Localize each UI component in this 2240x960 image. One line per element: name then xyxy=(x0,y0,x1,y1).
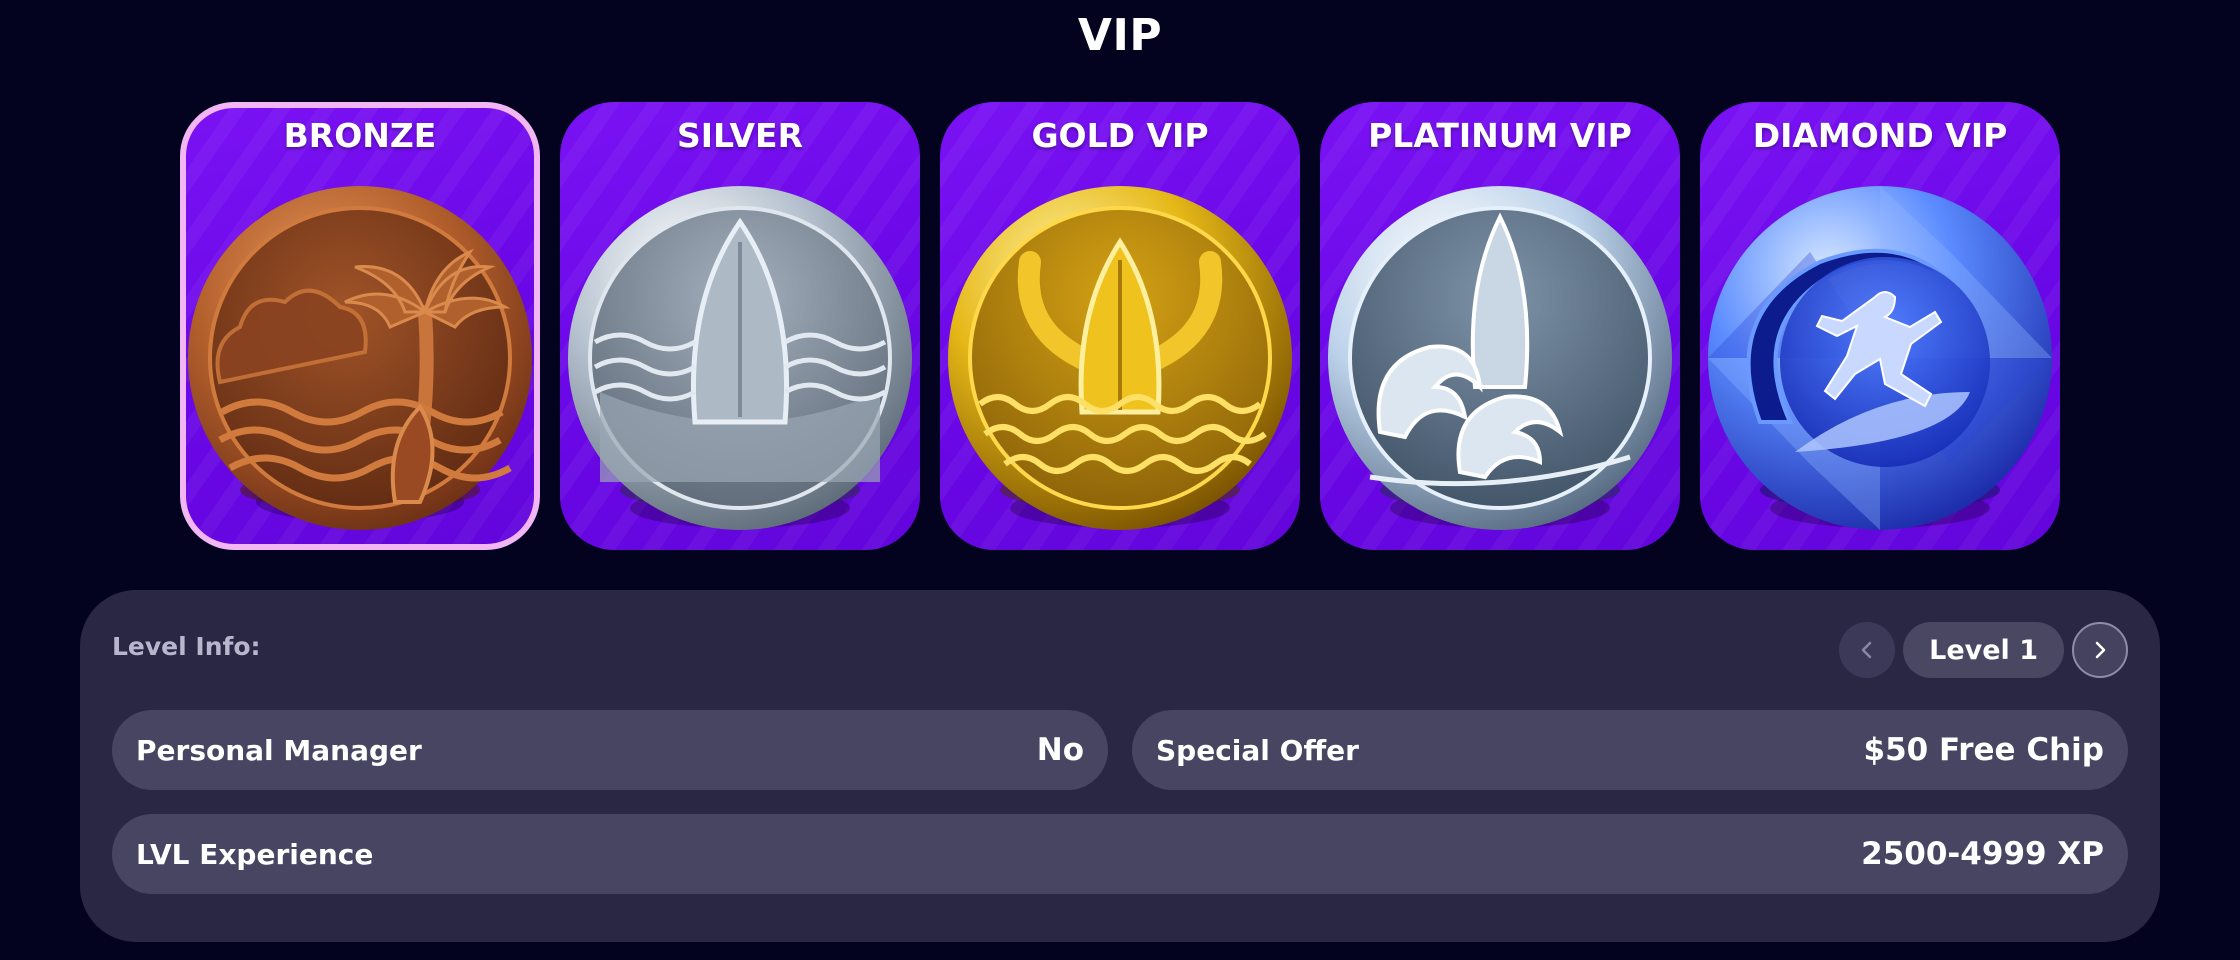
vip-page: VIP BRONZE SILVER GOLD VIP PLATINUM VIP … xyxy=(0,0,2240,960)
special-offer-label: Special Offer xyxy=(1156,733,1359,767)
next-level-button[interactable] xyxy=(2072,622,2128,678)
bronze-palm-beach-medal-icon xyxy=(188,186,532,530)
lvl-experience-value: 2500-4999 XP xyxy=(1861,836,2104,872)
tier-card-diamond-vip[interactable]: DIAMOND VIP xyxy=(1700,102,2060,550)
previous-level-button[interactable] xyxy=(1839,622,1896,678)
tier-name: PLATINUM VIP xyxy=(1368,116,1632,155)
gold-surfboard-waves-medal-icon xyxy=(948,186,1292,530)
current-level: Level 1 xyxy=(1903,622,2064,678)
diamond-surfer-medal-icon xyxy=(1708,186,2052,530)
tier-name: DIAMOND VIP xyxy=(1752,116,2008,155)
tier-card-gold-vip[interactable]: GOLD VIP xyxy=(940,102,1300,550)
level-info-label: Level Info: xyxy=(112,632,261,661)
chevron-left-icon xyxy=(1861,641,1872,659)
tier-card-platinum-vip[interactable]: PLATINUM VIP xyxy=(1320,102,1680,550)
lvl-experience-label: LVL Experience xyxy=(136,837,374,871)
personal-manager-value: No xyxy=(1036,732,1084,768)
special-offer-value: $50 Free Chip xyxy=(1863,732,2104,768)
tier-name: GOLD VIP xyxy=(1031,116,1209,155)
tier-name: BRONZE xyxy=(283,116,437,155)
page-title: VIP xyxy=(1077,10,1163,61)
tier-card-silver[interactable]: SILVER xyxy=(560,102,920,550)
silver-surfboard-waves-medal-icon xyxy=(568,186,912,530)
lvl-experience-row: LVL Experience 2500-4999 XP xyxy=(112,814,2128,894)
tier-name: SILVER xyxy=(676,116,804,155)
level-navigator: Level 1 xyxy=(1839,622,2128,678)
special-offer-row: Special Offer $50 Free Chip xyxy=(1132,710,2128,790)
level-info-panel: Level Info: Level 1 Personal Manager No … xyxy=(80,590,2160,942)
personal-manager-row: Personal Manager No xyxy=(112,710,1108,790)
personal-manager-label: Personal Manager xyxy=(136,733,422,767)
tier-card-bronze[interactable]: BRONZE xyxy=(180,102,540,550)
platinum-wave-surfboard-medal-icon xyxy=(1328,186,1672,530)
chevron-right-icon xyxy=(2095,641,2106,659)
tier-list: BRONZE SILVER GOLD VIP PLATINUM VIP DIAM… xyxy=(180,102,2060,550)
